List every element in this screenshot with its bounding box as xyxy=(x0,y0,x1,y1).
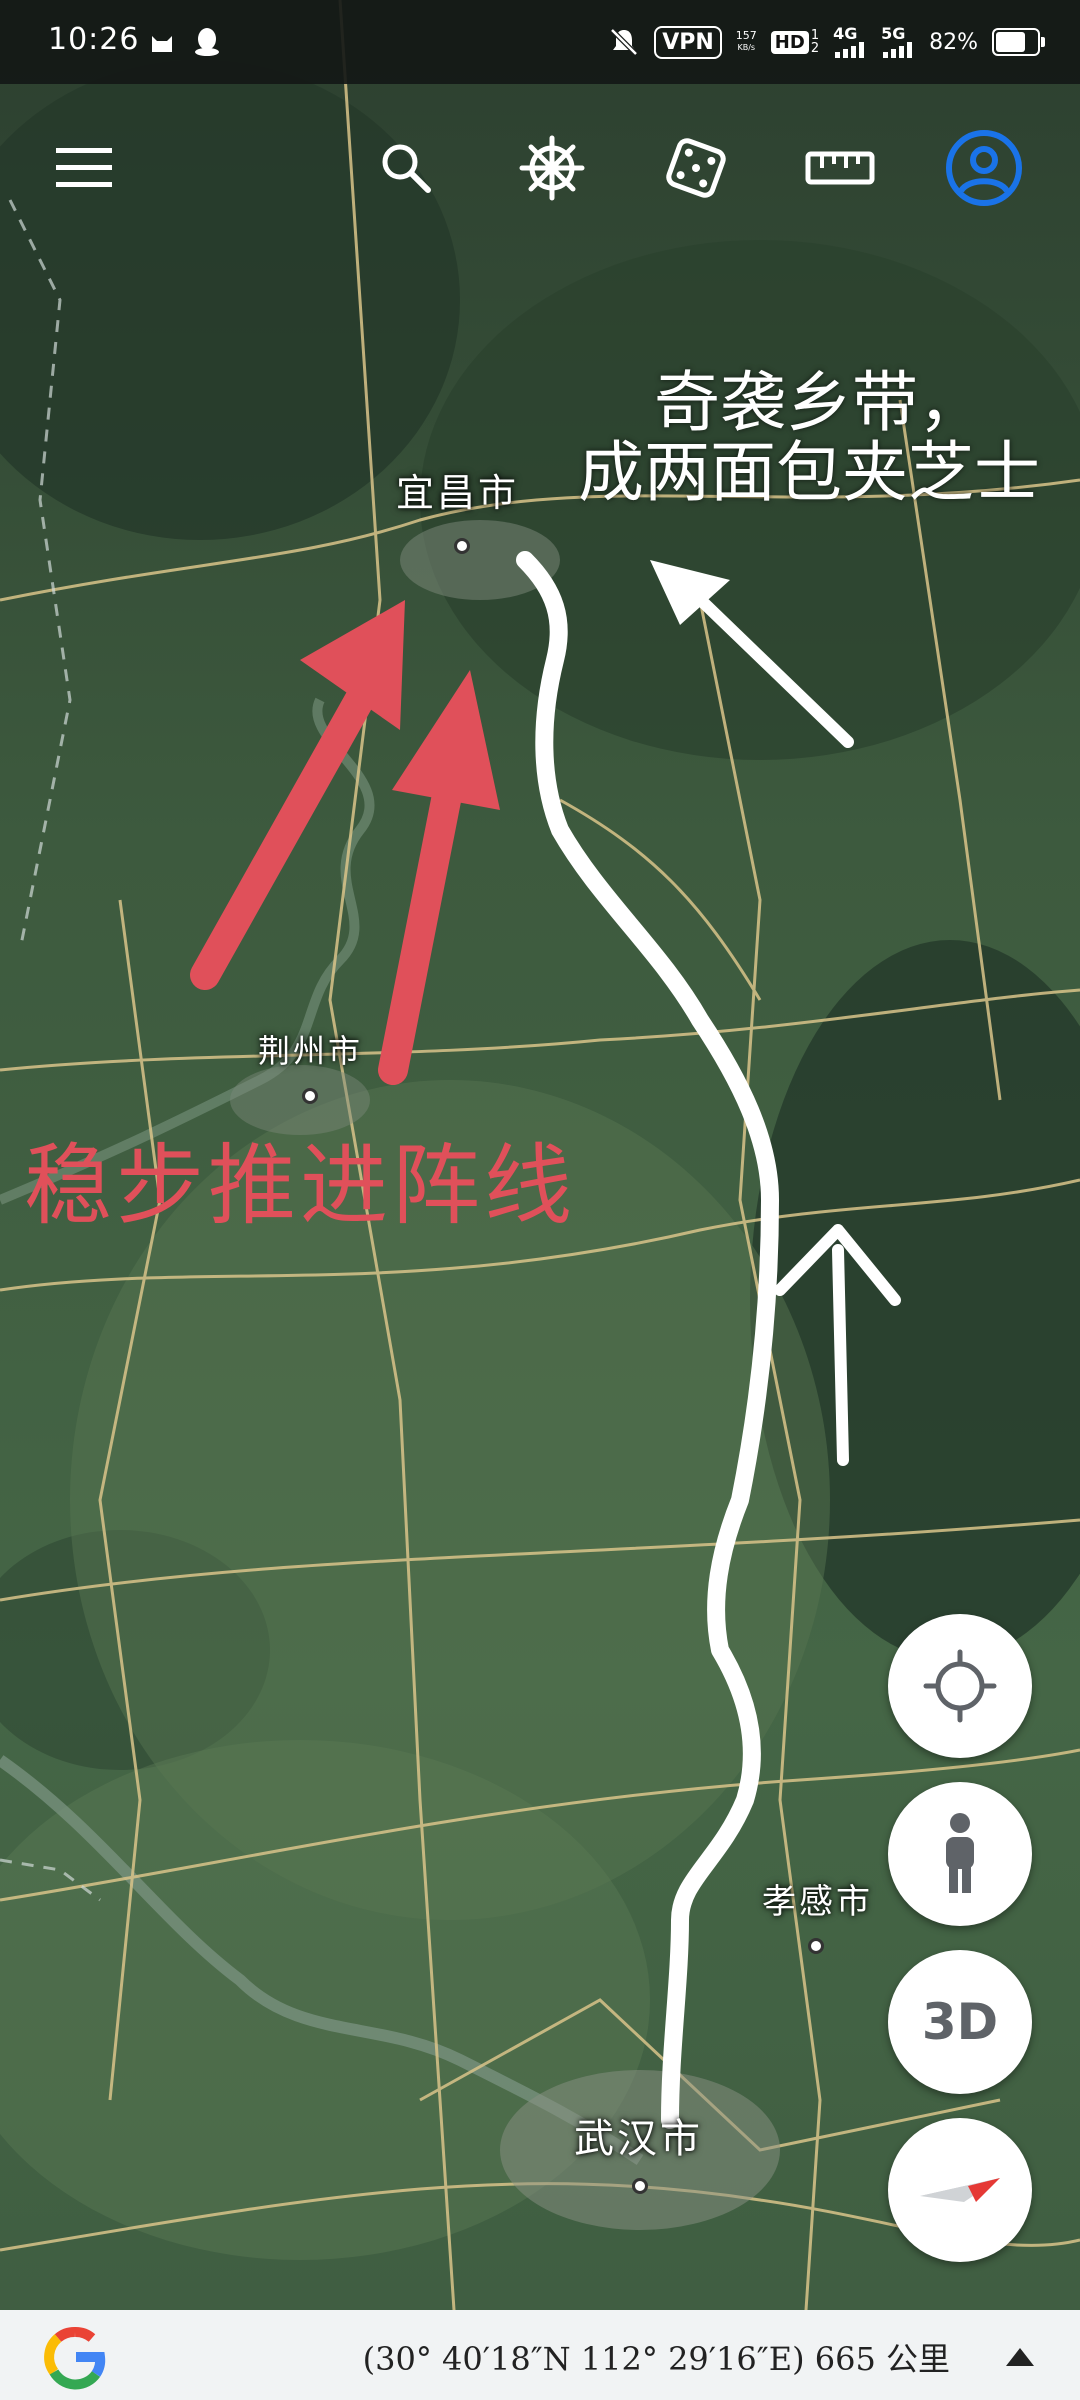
city-dot-xiaogan xyxy=(808,1938,824,1954)
signal-4g: 4G xyxy=(833,26,867,58)
signal-bars-icon xyxy=(835,42,865,58)
qq-icon xyxy=(195,28,219,56)
hd-badge: HD 12 xyxy=(770,29,819,55)
3d-toggle-button[interactable]: 3D xyxy=(888,1950,1032,2094)
city-label-yichang[interactable]: 宜昌市 xyxy=(396,462,519,517)
signal-5g: 5G xyxy=(881,26,915,58)
signal-bars-icon xyxy=(883,42,913,58)
mute-bell-icon xyxy=(610,28,639,56)
status-bar: 10:26 VPN 157 KB/s HD 12 4G 5G 82% xyxy=(0,0,1080,84)
ruler-icon xyxy=(805,151,875,185)
bottom-bar: (30° 40′18″N 112° 29′16″E) 665 公里 xyxy=(0,2310,1080,2400)
vpn-badge: VPN xyxy=(654,25,722,59)
account-button[interactable] xyxy=(944,128,1024,208)
city-dot-jingzhou xyxy=(302,1088,318,1104)
battery-percent: 82% xyxy=(929,29,978,55)
feeling-lucky-button[interactable] xyxy=(656,128,736,208)
status-time: 10:26 xyxy=(48,22,140,57)
city-dot-yichang xyxy=(454,538,470,554)
account-icon xyxy=(946,130,1022,206)
coordinates-readout: (30° 40′18″N 112° 29′16″E) 665 公里 xyxy=(362,2340,950,2378)
google-logo xyxy=(44,2327,106,2390)
search-button[interactable] xyxy=(366,128,446,208)
city-label-jingzhou[interactable]: 荆州市 xyxy=(258,1026,363,1072)
city-dot-wuhan xyxy=(632,2178,648,2194)
my-location-button[interactable] xyxy=(888,1614,1032,1758)
annotation-red-text: 稳步推进阵线 xyxy=(24,1134,577,1237)
city-label-xiaogan[interactable]: 孝感市 xyxy=(762,1874,873,1923)
expand-up-icon[interactable] xyxy=(1000,2336,1040,2376)
cat-icon xyxy=(152,36,172,52)
voyager-button[interactable] xyxy=(512,128,592,208)
street-view-button[interactable] xyxy=(888,1782,1032,1926)
annotation-white-line1: 奇袭乡带， xyxy=(654,364,984,441)
net-speed: 157 KB/s xyxy=(735,29,757,53)
status-right: VPN 157 KB/s HD 12 4G 5G 82% xyxy=(608,18,1045,66)
crosshair-icon xyxy=(923,1649,997,1723)
menu-icon xyxy=(56,148,112,187)
city-label-wuhan[interactable]: 武汉市 xyxy=(574,2106,703,2164)
battery-icon xyxy=(992,28,1045,56)
search-icon xyxy=(382,144,431,193)
compass-icon xyxy=(920,2178,1000,2202)
dice-icon xyxy=(666,138,726,198)
compass-button[interactable] xyxy=(888,2118,1032,2262)
annotation-white-line2: 成两面包夹芝士 xyxy=(578,434,1040,511)
measure-button[interactable] xyxy=(800,128,880,208)
pegman-icon xyxy=(946,1813,974,1893)
ship-wheel-icon xyxy=(519,135,585,201)
menu-button[interactable] xyxy=(44,128,124,208)
